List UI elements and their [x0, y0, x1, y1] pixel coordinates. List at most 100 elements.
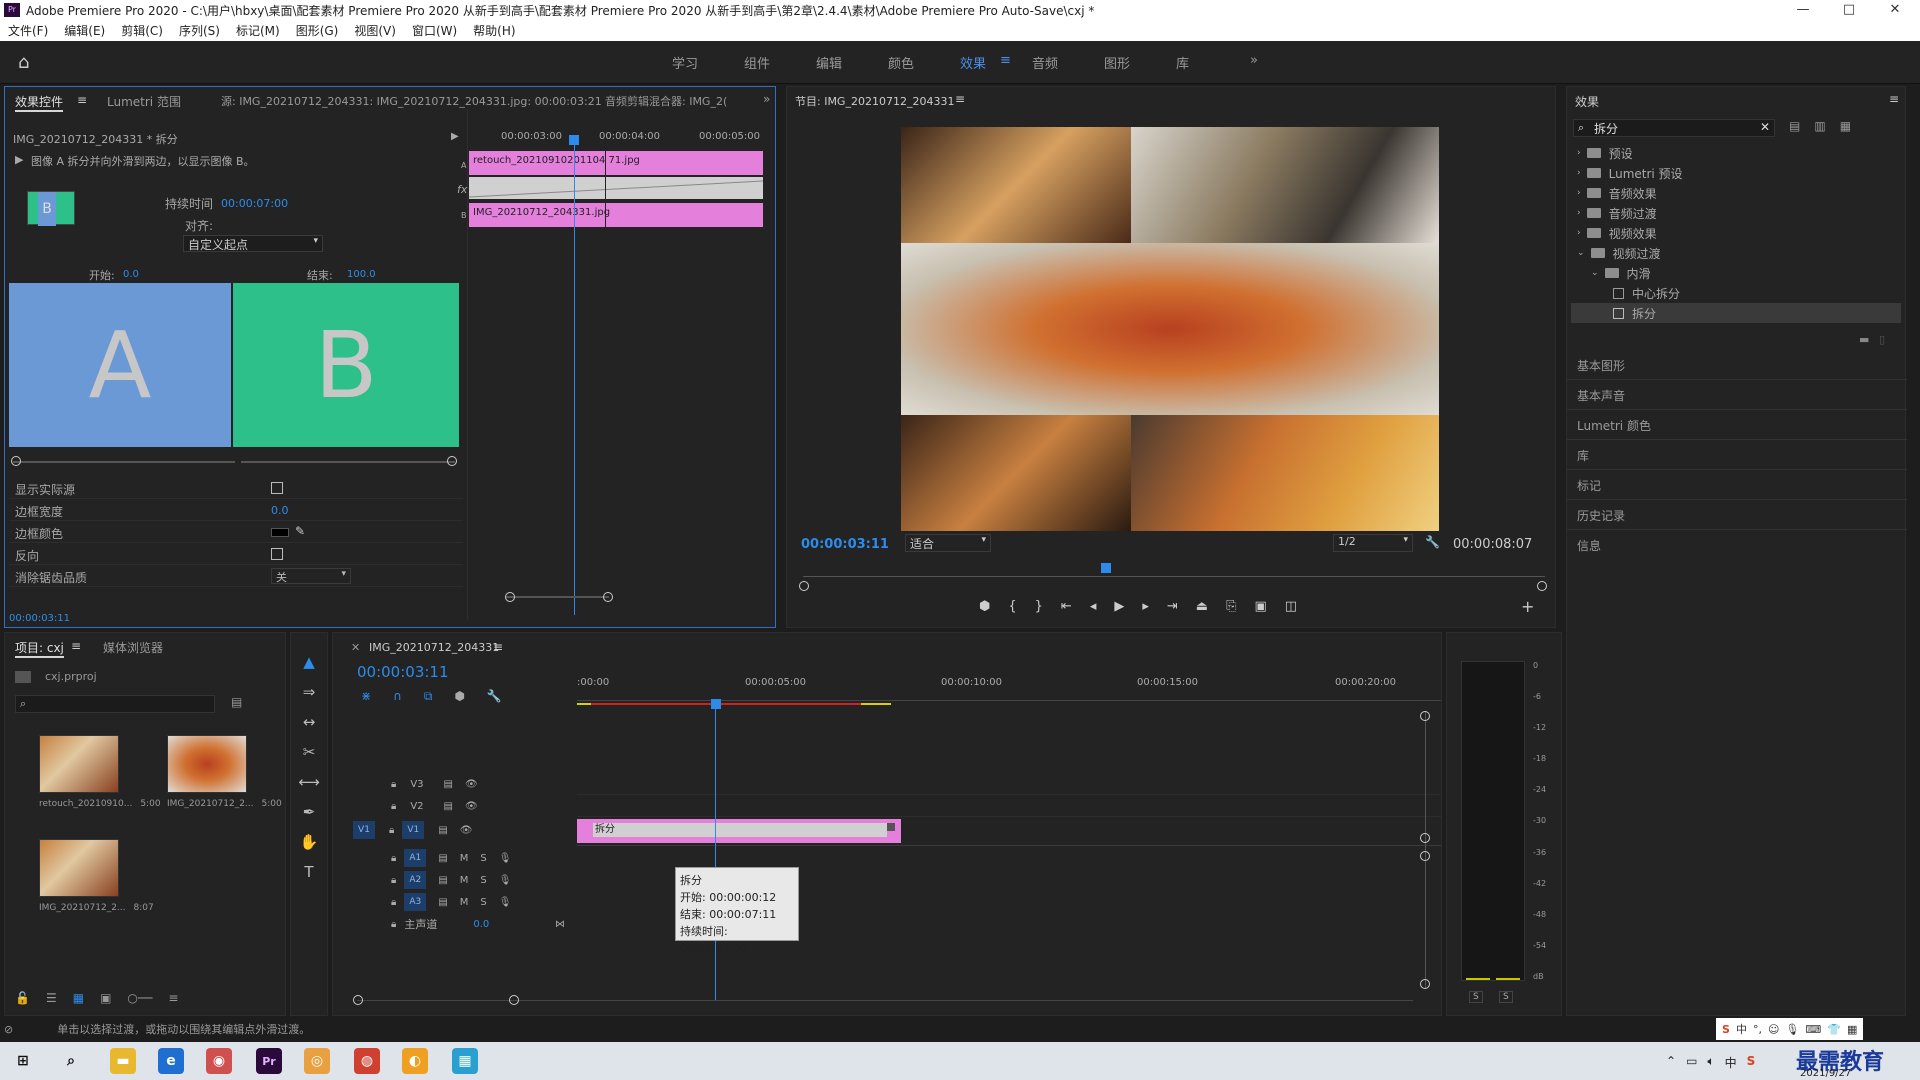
mute-button[interactable]: M	[460, 897, 469, 908]
project-item[interactable]: retouch_20210910... 5:00	[39, 735, 161, 809]
mute-button[interactable]: M	[460, 875, 469, 886]
hand-tool-icon[interactable]: ✋	[300, 833, 319, 851]
quality-select[interactable]: 1/2 ▾	[1333, 534, 1413, 552]
nest-icon[interactable]: ⋇	[361, 689, 371, 704]
transition-thumbnail[interactable]: B	[27, 191, 75, 226]
camera-icon[interactable]: ▣	[1255, 599, 1267, 614]
duration-value[interactable]: 00:00:07:00	[221, 197, 288, 210]
program-playhead[interactable]	[1101, 563, 1111, 573]
lock-icon[interactable]: 🔒︎	[391, 875, 396, 886]
add-marker-icon[interactable]: ⬢	[454, 689, 464, 704]
tree-item[interactable]: 中心拆分	[1613, 283, 1680, 303]
solo-left-button[interactable]: S	[1469, 991, 1483, 1003]
sync-icon[interactable]: ▤	[438, 853, 447, 864]
panel-history[interactable]: 历史记录	[1577, 507, 1625, 524]
tree-item[interactable]: ⌄ 视频过渡	[1577, 243, 1661, 263]
zoom-handle[interactable]	[603, 592, 613, 602]
tab-audio-mixer[interactable]: 音频剪辑混合器: IMG_2(	[605, 93, 745, 109]
program-menu-icon[interactable]: ≡	[955, 92, 965, 106]
mic-icon[interactable]: 🎙︎	[499, 853, 512, 864]
start-slider-handle[interactable]	[11, 456, 21, 466]
sync-icon[interactable]: ▤	[438, 875, 447, 886]
menu-window[interactable]: 窗口(W)	[412, 22, 457, 39]
mini-playhead-handle[interactable]	[569, 135, 579, 145]
mini-playhead[interactable]	[574, 135, 575, 615]
list-view-icon[interactable]: ☰	[46, 991, 57, 1005]
lock-icon[interactable]: 🔒︎	[391, 779, 396, 790]
accelerated-filter-icon[interactable]: ▤	[1789, 119, 1800, 133]
panel-overflow-icon[interactable]: »	[763, 92, 770, 106]
track-label[interactable]: A3	[404, 893, 427, 911]
new-bin-icon[interactable]: ▤	[231, 695, 242, 709]
add-button-icon[interactable]: +	[1521, 597, 1534, 616]
yuv-filter-icon[interactable]: ▦	[1840, 119, 1851, 133]
ws-graphics[interactable]: 图形	[1104, 53, 1130, 72]
play-transition-icon[interactable]: ▶	[15, 153, 23, 166]
solo-button[interactable]: S	[480, 875, 486, 886]
new-bin-icon[interactable]: ▬	[1859, 333, 1869, 346]
lock-icon[interactable]: 🔒︎	[391, 919, 396, 930]
border-color-swatch[interactable]	[271, 528, 289, 537]
extract-icon[interactable]: ⎘	[1226, 599, 1236, 614]
lock-icon[interactable]: 🔓	[15, 991, 30, 1005]
32bit-filter-icon[interactable]: ▥	[1814, 119, 1825, 133]
go-to-in-icon[interactable]: ⇤	[1061, 599, 1072, 614]
end-slider-handle[interactable]	[447, 456, 457, 466]
ws-learning[interactable]: 学习	[672, 53, 698, 72]
ws-menu-icon[interactable]: ≡	[1000, 53, 1011, 68]
reverse-checkbox[interactable]	[271, 548, 283, 560]
master-expand-icon[interactable]: ⋈	[555, 919, 565, 930]
panel-essential-graphics[interactable]: 基本图形	[1577, 357, 1625, 374]
program-timecode[interactable]: 00:00:03:11	[801, 537, 889, 552]
tree-item[interactable]: › 视频效果	[1577, 223, 1657, 243]
selection-tool-icon[interactable]: ▲	[303, 653, 315, 671]
menu-marker[interactable]: 标记(M)	[236, 22, 280, 39]
solo-right-button[interactable]: S	[1499, 991, 1513, 1003]
lock-icon[interactable]: 🔒︎	[389, 825, 394, 836]
home-icon[interactable]: ⌂	[18, 52, 29, 73]
toolbox-icon[interactable]: ▦	[1847, 1023, 1857, 1036]
vertical-scrollbar[interactable]	[1425, 711, 1426, 989]
icon-view-icon[interactable]: ▦	[73, 991, 84, 1005]
sync-icon[interactable]: ▤	[438, 897, 447, 908]
track-label[interactable]: A1	[404, 849, 427, 867]
menu-edit[interactable]: 编辑(E)	[64, 22, 105, 39]
more-workspaces-icon[interactable]: »	[1250, 53, 1258, 68]
menu-sequence[interactable]: 序列(S)	[179, 22, 220, 39]
app-icon[interactable]: ▦	[452, 1048, 478, 1074]
menu-graphics[interactable]: 图形(G)	[296, 22, 339, 39]
fit-select[interactable]: 适合 ▾	[905, 534, 991, 552]
menu-view[interactable]: 视图(V)	[354, 22, 396, 39]
timeline-timecode[interactable]: 00:00:03:11	[357, 663, 449, 681]
menu-clip[interactable]: 剪辑(C)	[121, 22, 163, 39]
timeline-playhead-handle[interactable]	[711, 699, 721, 709]
align-select[interactable]: 自定义起点 ▾	[183, 235, 323, 252]
program-title[interactable]: 节目: IMG_20210712_204331	[795, 93, 954, 109]
app-icon[interactable]: ◉	[206, 1048, 232, 1074]
sogou-tray-icon[interactable]: S	[1747, 1054, 1756, 1071]
ws-effects[interactable]: 效果	[960, 53, 986, 72]
master-value[interactable]: 0.0	[473, 919, 489, 930]
close-button[interactable]: ✕	[1872, 0, 1918, 20]
edge-icon[interactable]: e	[158, 1048, 184, 1074]
sort-icon[interactable]: ≡	[168, 991, 178, 1005]
scroll-handle[interactable]	[1420, 979, 1430, 989]
transition-bar[interactable]	[469, 177, 763, 199]
slip-tool-icon[interactable]: ⟷	[298, 773, 320, 791]
punctuation-icon[interactable]: °,	[1753, 1023, 1762, 1036]
antialias-select[interactable]: 关 ▾	[271, 568, 351, 584]
tree-item[interactable]: › 音频过渡	[1577, 203, 1657, 223]
keyboard-icon[interactable]: ⌨	[1805, 1023, 1821, 1036]
skin-icon[interactable]: 👕	[1827, 1023, 1841, 1036]
solo-button[interactable]: S	[480, 897, 486, 908]
maximize-button[interactable]: □	[1826, 0, 1872, 20]
border-width-value[interactable]: 0.0	[271, 504, 289, 517]
track-a-clip[interactable]: retouch_20210910201104 71.jpg	[469, 151, 763, 175]
compare-icon[interactable]: ◫	[1285, 599, 1297, 614]
chrome-icon[interactable]: ◍	[354, 1048, 380, 1074]
program-video-frame[interactable]	[901, 127, 1439, 531]
track-b-clip[interactable]: IMG_20210712_204331.jpg	[469, 203, 763, 227]
panel-lumetri-color[interactable]: Lumetri 颜色	[1577, 417, 1651, 434]
mark-in-icon[interactable]: {	[1008, 599, 1016, 614]
tree-item-selected[interactable]: 拆分	[1571, 303, 1901, 323]
